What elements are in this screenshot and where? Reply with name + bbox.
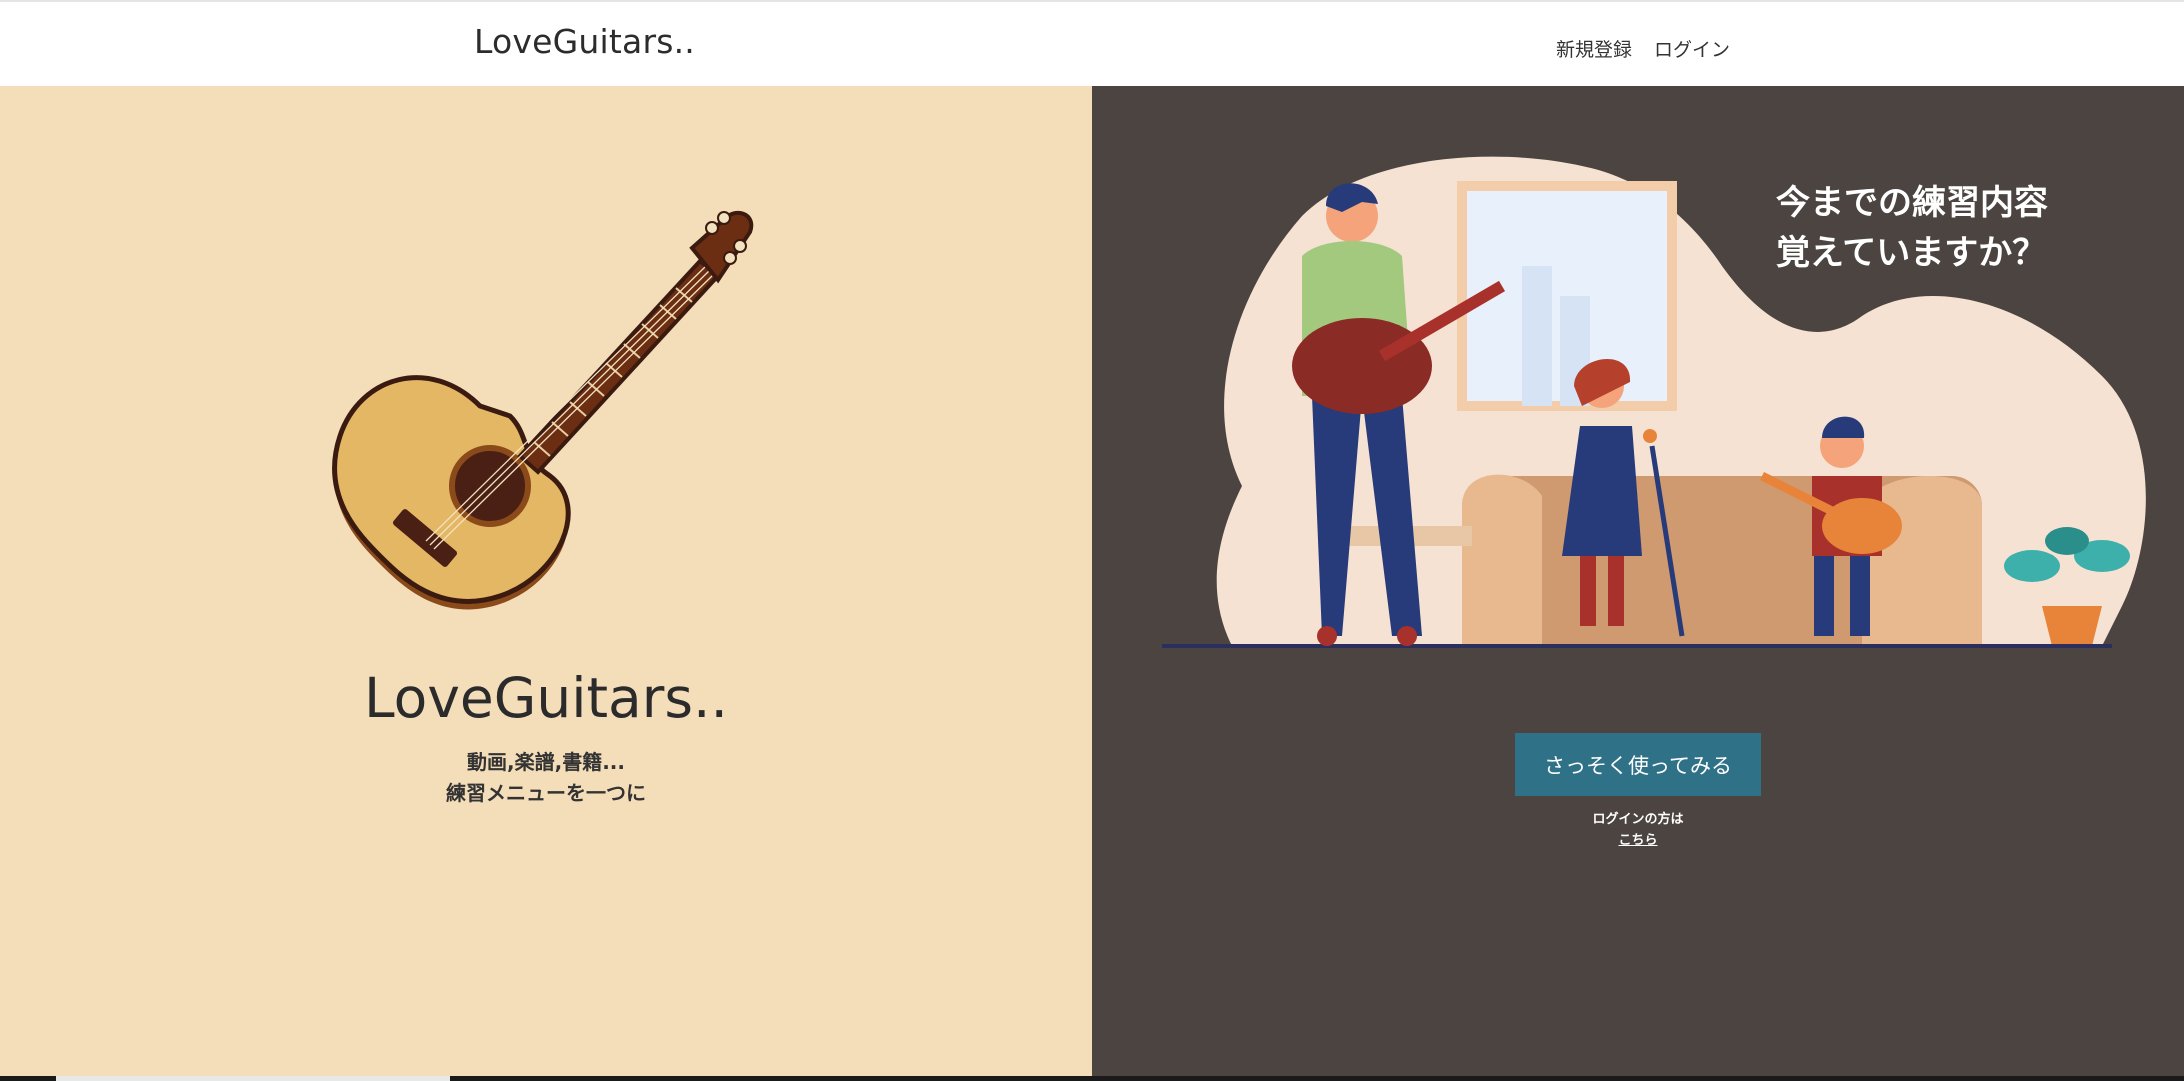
signup-link[interactable]: 新規登録: [1556, 35, 1632, 62]
headline-line2: 覚えていますか？: [1776, 233, 2047, 273]
hero-subtitle-line2: 練習メニューを一つに: [446, 781, 646, 805]
bottom-scrollbar[interactable]: [0, 1076, 2184, 1081]
guitar-icon: [332, 210, 754, 610]
hero-left-panel: LoveGuitars.. 動画,楽譜,書籍... 練習メニューを一つに: [0, 86, 1092, 1076]
login-link[interactable]: ログイン: [1654, 35, 1730, 62]
headline-line1: 今までの練習内容: [1776, 183, 2048, 223]
hero-right-panel: 今までの練習内容 覚えていますか？: [1092, 86, 2184, 1076]
login-note-text: ログインの方は: [1592, 812, 1684, 827]
hero-title: LoveGuitars..: [364, 666, 728, 730]
hero-headline: 今までの練習内容 覚えていますか？: [1776, 178, 2048, 278]
login-here-link[interactable]: こちら: [1515, 829, 1761, 848]
top-navbar: LoveGuitars.. 新規登録 ログイン: [0, 0, 2184, 86]
nav-links: 新規登録 ログイン: [1556, 35, 1730, 62]
hero-subtitle-line1: 動画,楽譜,書籍...: [467, 750, 625, 774]
scrollbar-thumb[interactable]: [56, 1076, 450, 1081]
get-started-button[interactable]: さっそく使ってみる: [1515, 733, 1761, 796]
brand-logo-text[interactable]: LoveGuitars..: [474, 22, 695, 61]
